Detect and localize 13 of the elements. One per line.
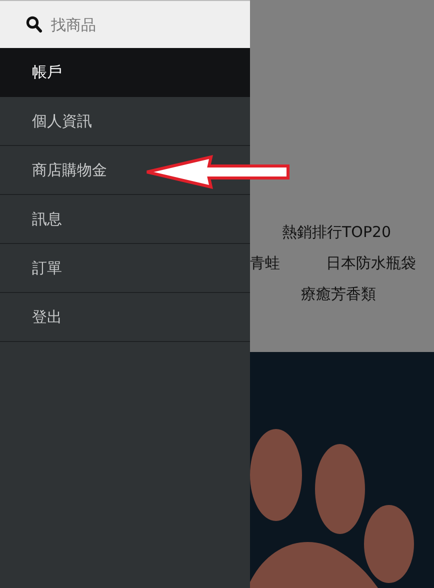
category-link[interactable]: 熱銷排行TOP20 — [282, 222, 392, 242]
category-link[interactable]: 日本防水瓶袋 — [326, 254, 416, 272]
search-icon — [26, 16, 42, 33]
menu-item[interactable]: 商店購物金 — [32, 160, 107, 180]
menu-item[interactable]: 訊息 — [32, 210, 62, 228]
menu-item[interactable]: 登出 — [32, 308, 62, 326]
category-link[interactable]: 療癒芳香類 — [301, 284, 376, 304]
search-bar[interactable]: 找商品 — [0, 0, 250, 48]
menu-item[interactable]: 訂單 — [32, 258, 62, 278]
category-link[interactable]: 青蛙 — [250, 254, 280, 272]
account-header: 帳戶 — [0, 48, 250, 97]
menu-item[interactable]: 個人資訊 — [32, 112, 92, 130]
search-field[interactable]: 找商品 — [51, 16, 231, 34]
